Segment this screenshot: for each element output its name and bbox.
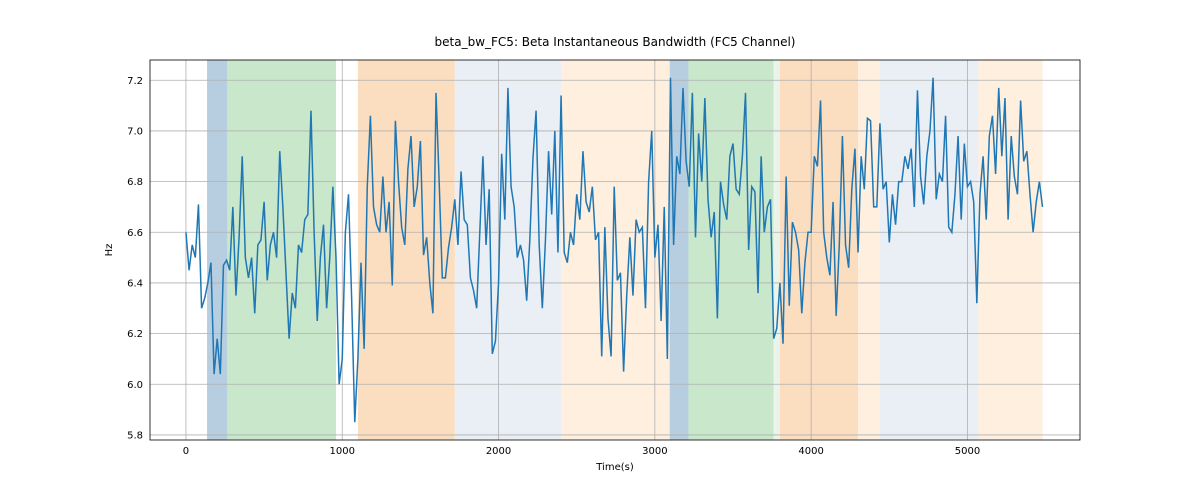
x-axis-label: Time(s)	[595, 462, 634, 473]
y-tick-label: 6.6	[127, 228, 143, 239]
x-tick-label: 2000	[486, 446, 511, 457]
event-band	[227, 60, 336, 440]
y-tick-label: 5.8	[127, 430, 143, 441]
chart-container: 0 1000 2000 3000 4000 5000 5.8 6.0 6.2 6.4 6.6 6.8 7…	[0, 0, 1200, 500]
event-band	[880, 60, 978, 440]
x-tick-label: 4000	[798, 446, 823, 457]
event-band	[688, 60, 773, 440]
event-band	[493, 60, 561, 440]
x-tick-label: 1000	[330, 446, 355, 457]
event-band	[858, 60, 880, 440]
y-tick-label: 6.2	[127, 329, 143, 340]
y-axis: 5.8 6.0 6.2 6.4 6.6 6.8 7.0 7.2	[127, 76, 150, 442]
event-band	[774, 60, 780, 440]
y-axis-label: Hz	[104, 244, 115, 257]
event-band	[978, 60, 1042, 440]
line-chart: 0 1000 2000 3000 4000 5000 5.8 6.0 6.2 6.4 6.6 6.8 7…	[0, 0, 1200, 500]
y-tick-label: 6.8	[127, 177, 143, 188]
y-tick-label: 6.4	[127, 278, 143, 289]
chart-title: beta_bw_FC5: Beta Instantaneous Bandwidt…	[435, 35, 796, 49]
event-band	[455, 60, 493, 440]
x-tick-label: 3000	[642, 446, 667, 457]
y-tick-label: 7.0	[127, 126, 143, 137]
y-tick-label: 7.2	[127, 76, 143, 87]
y-tick-label: 6.0	[127, 380, 143, 391]
event-band	[670, 60, 689, 440]
event-band	[358, 60, 455, 440]
event-band	[561, 60, 670, 440]
x-tick-label: 5000	[955, 446, 980, 457]
event-band	[207, 60, 227, 440]
x-axis: 0 1000 2000 3000 4000 5000	[183, 440, 980, 457]
x-tick-label: 0	[183, 446, 189, 457]
